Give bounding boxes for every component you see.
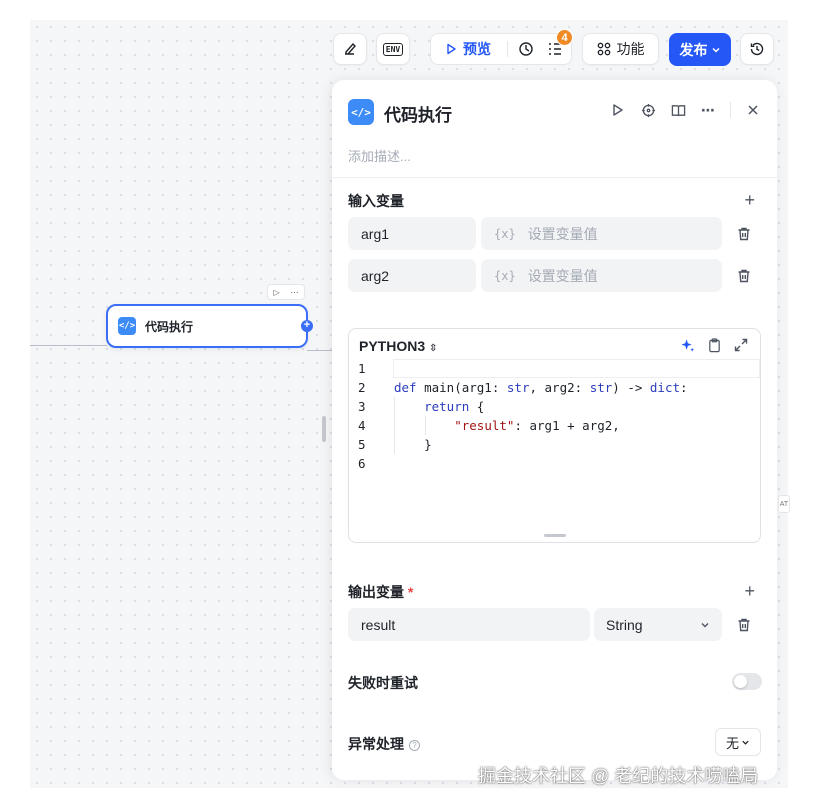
ai-sparkle-icon[interactable] [680,338,695,353]
trace-icon [519,42,533,56]
delete-icon[interactable] [736,617,752,633]
required-mark: * [407,584,414,600]
input-value-placeholder: 设置变量值 [527,225,598,242]
watermark: 掘金技术社区 @ 老纪的技术唠嗑局 [478,766,759,786]
chevron-updown-icon: ⇳ [429,343,438,354]
retry-toggle[interactable] [732,673,762,690]
line-number: 3 [358,399,366,414]
play-icon [447,43,456,55]
line-number: 1 [358,361,366,376]
expand-icon[interactable] [734,338,748,352]
exception-label: 异常处理 [348,736,404,752]
output-section-label: 输出变量 [348,584,404,600]
history-icon [750,42,764,56]
input-name-field[interactable]: arg2 [348,259,476,292]
clipboard-icon[interactable] [707,338,722,353]
code-node[interactable]: </> 代码执行 + [106,304,313,348]
code-icon: </> [118,317,136,335]
node-config-panel: </> 代码执行 ⋯ 添加描述... 输入变量 + arg1 {x} 设置变量值… [332,80,777,780]
toolbar-group: 预览 [430,33,572,65]
preview-label: 预览 [463,41,491,57]
input-value-placeholder: 设置变量值 [527,267,598,284]
run-icon[interactable]: ▷ [273,288,279,297]
output-section-title: 输出变量 * [348,582,413,602]
code-tools [680,338,748,353]
editor-resize-handle[interactable] [544,534,566,537]
collapsed-panel-tab[interactable]: AT [778,495,790,513]
connection-edge-in [30,345,107,346]
help-icon[interactable]: ? [409,740,420,751]
run-icon[interactable] [610,102,626,118]
add-output-icon[interactable]: + [744,582,755,600]
code-icon: </> [348,99,374,125]
input-section-title: 输入变量 [348,193,404,209]
panel-resize-handle[interactable] [322,416,326,442]
description-placeholder[interactable]: 添加描述... [348,146,411,165]
preview-button[interactable]: 预览 [431,39,503,59]
divider [730,102,731,118]
delete-icon[interactable] [736,226,752,242]
more-icon[interactable]: ⋯ [291,288,299,297]
divider [332,177,777,178]
feature-button[interactable]: 功能 [582,33,659,65]
publish-button[interactable]: 发布 [669,33,731,66]
feature-label: 功能 [616,41,645,57]
env-icon: ENV [382,42,404,56]
node-title: 代码执行 [145,319,194,334]
current-line-highlight [393,359,760,378]
line-number: 6 [358,456,366,471]
variable-icon: {x} [494,268,516,283]
exception-value: 无 [725,735,739,751]
locate-icon[interactable] [640,102,656,118]
chevron-down-icon [711,47,720,53]
chevron-down-icon [742,740,749,745]
apps-icon [597,42,610,56]
panel-title: 代码执行 [384,106,452,125]
clear-icon [345,42,356,55]
node-quick-actions[interactable]: ▷ ⋯ [267,284,305,300]
exception-label-group: 异常处理? [348,734,420,754]
clear-button[interactable] [333,33,367,65]
variable-icon: {x} [494,226,516,241]
exception-select[interactable]: 无 [715,728,761,756]
output-type-select[interactable]: String [594,608,722,641]
env-button[interactable]: ENV [376,33,410,65]
line-number: 4 [358,418,366,433]
history-button[interactable] [740,33,774,65]
trace-button[interactable] [512,41,540,57]
delete-icon[interactable] [736,268,752,284]
input-value-field[interactable]: {x} 设置变量值 [481,217,722,250]
output-name-field[interactable]: result [348,608,590,641]
language-selector[interactable]: PYTHON3 ⇳ [359,338,437,354]
divider [507,41,508,57]
line-number: 2 [358,380,366,395]
output-type-value: String [606,616,643,633]
chevron-down-icon [701,622,709,627]
issue-count-badge: 4 [556,29,573,46]
retry-label: 失败时重试 [348,675,418,691]
publish-label: 发布 [679,41,708,58]
line-number: 5 [358,437,366,452]
more-icon[interactable]: ⋯ [700,102,716,118]
language-label: PYTHON3 [359,338,426,354]
close-icon[interactable] [745,102,761,118]
add-port-icon[interactable]: + [301,320,313,332]
input-value-field[interactable]: {x} 设置变量值 [481,259,722,292]
code-editor[interactable]: PYTHON3 ⇳ 1 2 def main(arg1: str, arg2: s… [348,328,761,543]
book-icon[interactable] [670,102,686,118]
input-name-field[interactable]: arg1 [348,217,476,250]
add-input-icon[interactable]: + [744,191,755,209]
panel-actions: ⋯ [610,102,761,118]
